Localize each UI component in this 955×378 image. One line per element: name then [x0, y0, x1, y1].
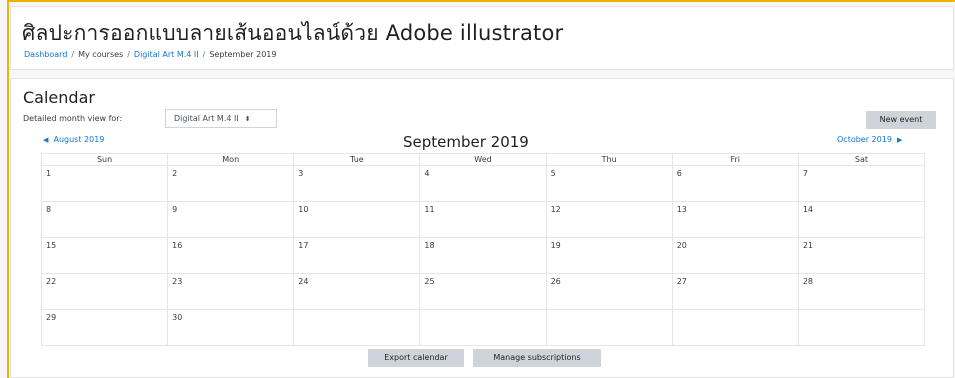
weekday-header: Tue [293, 153, 421, 166]
breadcrumb-dashboard[interactable]: Dashboard [24, 50, 67, 59]
breadcrumb-separator: / [202, 50, 206, 59]
day-cell[interactable]: 7 [797, 165, 926, 202]
month-view-label: Detailed month view for: [23, 114, 123, 123]
day-cell[interactable]: 29 [40, 309, 169, 346]
breadcrumb-current: September 2019 [209, 50, 277, 59]
day-cell[interactable]: 4 [419, 165, 547, 202]
day-cell[interactable]: 26 [545, 273, 673, 310]
day-cell[interactable]: 22 [40, 273, 169, 310]
day-cell[interactable]: 30 [167, 309, 295, 346]
week-row: 1 2 3 4 5 6 7 [40, 165, 926, 202]
select-arrows-icon: ⬍ [244, 115, 251, 123]
day-cell[interactable]: 18 [419, 237, 547, 274]
day-cell[interactable]: 9 [167, 201, 295, 238]
day-cell[interactable]: 2 [167, 165, 295, 202]
day-cell[interactable]: 6 [671, 165, 799, 202]
day-cell[interactable]: 25 [419, 273, 547, 310]
weekday-header: Fri [671, 153, 799, 166]
month-title: September 2019 [403, 133, 529, 151]
breadcrumb-course[interactable]: Digital Art M.4 II [134, 50, 199, 59]
day-cell[interactable]: 10 [293, 201, 421, 238]
day-cell[interactable]: 28 [797, 273, 926, 310]
course-select[interactable]: Digital Art M.4 II ⬍ [165, 109, 277, 128]
empty-day-cell [797, 309, 926, 346]
new-event-button[interactable]: New event [866, 111, 936, 129]
day-cell[interactable]: 21 [797, 237, 926, 274]
export-calendar-button[interactable]: Export calendar [368, 349, 464, 367]
weekday-header-row: Sun Mon Tue Wed Thu Fri Sat [40, 153, 926, 166]
day-cell[interactable]: 27 [671, 273, 799, 310]
weekday-header: Sun [40, 153, 169, 166]
day-cell[interactable]: 8 [40, 201, 169, 238]
empty-day-cell [419, 309, 547, 346]
calendar-card: Calendar Detailed month view for: Digita… [10, 78, 954, 378]
weekday-header: Mon [167, 153, 295, 166]
day-cell[interactable]: 17 [293, 237, 421, 274]
calendar-heading: Calendar [23, 88, 95, 107]
prev-month-link[interactable]: ◀ August 2019 [43, 135, 104, 144]
breadcrumb-separator: / [71, 50, 75, 59]
week-row: 8 9 10 11 12 13 14 [40, 201, 926, 238]
day-cell[interactable]: 5 [545, 165, 673, 202]
page-header: ศิลปะการออกแบบลายเส้นออนไลน์ด้วย Adobe i… [10, 6, 954, 70]
day-cell[interactable]: 15 [40, 237, 169, 274]
day-cell[interactable]: 20 [671, 237, 799, 274]
week-row: 22 23 24 25 26 27 28 [40, 273, 926, 310]
day-cell[interactable]: 24 [293, 273, 421, 310]
arrow-right-icon: ▶ [897, 136, 903, 144]
day-cell[interactable]: 16 [167, 237, 295, 274]
week-row: 29 30 [40, 309, 926, 346]
weekday-header: Sat [797, 153, 926, 166]
day-cell[interactable]: 12 [545, 201, 673, 238]
empty-day-cell [671, 309, 799, 346]
day-cell[interactable]: 14 [797, 201, 926, 238]
week-row: 15 16 17 18 19 20 21 [40, 237, 926, 274]
empty-day-cell [293, 309, 421, 346]
prev-month-label: August 2019 [53, 135, 105, 144]
day-cell[interactable]: 1 [40, 165, 169, 202]
breadcrumb-my-courses[interactable]: My courses [78, 50, 123, 59]
page-title: ศิลปะการออกแบบลายเส้นออนไลน์ด้วย Adobe i… [22, 21, 564, 45]
next-month-link[interactable]: October 2019 ▶ [837, 135, 902, 144]
day-cell[interactable]: 11 [419, 201, 547, 238]
day-cell[interactable]: 19 [545, 237, 673, 274]
next-month-label: October 2019 [837, 135, 892, 144]
breadcrumb: Dashboard / My courses / Digital Art M.4 II /… [24, 50, 276, 59]
day-cell[interactable]: 13 [671, 201, 799, 238]
calendar-grid: Sun Mon Tue Wed Thu Fri Sat 1 2 3 4 5 6 … [40, 153, 926, 346]
course-select-value: Digital Art M.4 II [174, 114, 239, 123]
day-cell[interactable]: 3 [293, 165, 421, 202]
day-cell[interactable]: 23 [167, 273, 295, 310]
empty-day-cell [545, 309, 673, 346]
breadcrumb-separator: / [127, 50, 130, 59]
manage-subscriptions-button[interactable]: Manage subscriptions [473, 349, 601, 367]
arrow-left-icon: ◀ [43, 136, 49, 144]
weekday-header: Wed [419, 153, 547, 166]
weekday-header: Thu [545, 153, 673, 166]
